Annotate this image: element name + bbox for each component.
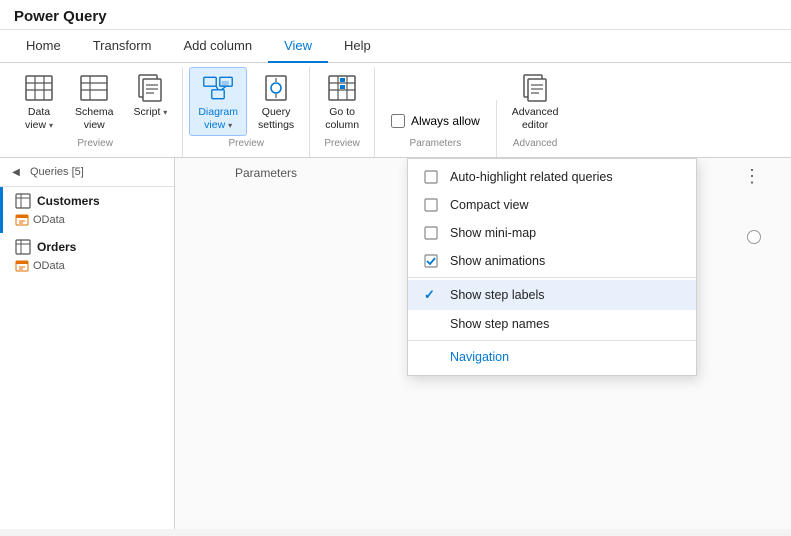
parameters-label: Parameters — [235, 166, 297, 180]
advanced-editor-icon — [519, 72, 551, 104]
dropdown-auto-highlight[interactable]: Auto-highlight related queries — [408, 163, 696, 191]
sidebar-header: ◀ Queries [5] — [0, 158, 174, 187]
table-icon — [15, 193, 31, 209]
sidebar-title: Queries [5] — [30, 166, 84, 178]
app-title: Power Query — [14, 8, 107, 25]
sidebar: ◀ Queries [5] Customers ODat — [0, 158, 175, 529]
advanced-editor-button[interactable]: Advancededitor — [503, 67, 568, 136]
ribbon: Dataview ▾ Schemaview — [0, 63, 791, 158]
dropdown-show-mini-map[interactable]: Show mini-map — [408, 219, 696, 247]
dropdown-compact-view[interactable]: Compact view — [408, 191, 696, 219]
navigation-check — [424, 350, 440, 364]
customers-query-title: Customers — [15, 193, 166, 209]
ribbon-buttons-diagram: Diagramview ▾ Querysettings — [189, 67, 303, 136]
dropdown-divider — [408, 277, 696, 278]
schema-view-label: Schemaview — [75, 106, 114, 131]
dropdown-menu: Auto-highlight related queries Compact v… — [407, 158, 697, 376]
query-settings-button[interactable]: Querysettings — [249, 67, 303, 136]
diagram-view-label: Diagramview ▾ — [198, 106, 238, 131]
circle-connector — [747, 230, 761, 244]
title-bar: Power Query — [0, 0, 791, 30]
main-area: ◀ Queries [5] Customers ODat — [0, 158, 791, 529]
step-names-check — [424, 317, 440, 331]
go-to-column-button[interactable]: Go tocolumn — [316, 67, 368, 136]
orders-query-title: Orders — [15, 239, 166, 255]
ribbon-buttons-advanced: Advancededitor — [503, 67, 568, 136]
sidebar-collapse-button[interactable]: ◀ — [8, 164, 24, 180]
compact-view-check — [424, 198, 440, 212]
sidebar-item-orders[interactable]: Orders OData — [0, 233, 174, 279]
animations-check — [424, 254, 440, 268]
group-label-parameters: Parameters — [381, 136, 490, 153]
customers-query-sub: OData — [15, 213, 166, 227]
group-label-advanced: Advanced — [503, 136, 568, 153]
ribbon-group-preview: Dataview ▾ Schemaview — [8, 67, 183, 157]
tab-add-column[interactable]: Add column — [167, 30, 268, 63]
diagram-view-button[interactable]: Diagramview ▾ — [189, 67, 247, 136]
orders-query-sub: OData — [15, 259, 166, 273]
auto-highlight-check — [424, 170, 440, 184]
ribbon-group-diagram: Diagramview ▾ Querysettings Preview — [183, 67, 310, 157]
odata-icon — [15, 259, 29, 273]
go-to-column-icon — [326, 72, 358, 104]
diagram-view-icon — [202, 72, 234, 104]
script-button[interactable]: Script ▾ — [125, 67, 177, 124]
go-to-column-label: Go tocolumn — [325, 106, 359, 131]
group-label-preview: Preview — [14, 136, 176, 153]
tab-help[interactable]: Help — [328, 30, 387, 63]
dropdown-show-step-labels[interactable]: ✓ Show step labels — [408, 280, 696, 310]
always-allow-checkbox[interactable] — [391, 114, 405, 128]
script-label: Script ▾ — [134, 106, 168, 119]
ribbon-group-advanced: Advancededitor Advanced — [497, 67, 574, 157]
table-icon — [15, 239, 31, 255]
always-allow-label: Always allow — [411, 114, 480, 128]
ribbon-buttons-preview: Dataview ▾ Schemaview — [14, 67, 176, 136]
advanced-editor-label: Advancededitor — [512, 106, 559, 131]
group-label-preview3: Preview — [316, 136, 368, 153]
data-view-label: Dataview ▾ — [25, 106, 53, 131]
dropdown-divider2 — [408, 340, 696, 341]
tab-transform[interactable]: Transform — [77, 30, 168, 63]
always-allow-row[interactable]: Always allow — [385, 110, 486, 132]
query-settings-icon — [260, 72, 292, 104]
ribbon-group-parameters: Always allow Parameters — [375, 100, 497, 157]
ribbon-group-column: Go tocolumn Preview — [310, 67, 375, 157]
diagram-area: Parameters ⋮ Remove duplicates — [175, 158, 791, 529]
mini-map-check — [424, 226, 440, 240]
group-label-preview2: Preview — [189, 136, 303, 153]
more-options-button[interactable]: ⋮ — [743, 166, 761, 187]
sidebar-item-customers[interactable]: Customers OData — [0, 187, 174, 233]
dropdown-show-animations[interactable]: Show animations — [408, 247, 696, 275]
schema-view-icon — [78, 72, 110, 104]
script-icon — [134, 72, 166, 104]
tab-bar: Home Transform Add column View Help — [0, 30, 791, 63]
tab-home[interactable]: Home — [10, 30, 77, 63]
query-settings-label: Querysettings — [258, 106, 294, 131]
step-labels-check: ✓ — [424, 287, 440, 303]
data-view-icon — [23, 72, 55, 104]
schema-view-button[interactable]: Schemaview — [66, 67, 123, 136]
tab-view[interactable]: View — [268, 30, 328, 63]
dropdown-navigation[interactable]: Navigation — [408, 343, 696, 371]
data-view-button[interactable]: Dataview ▾ — [14, 67, 64, 136]
odata-icon — [15, 213, 29, 227]
dropdown-show-step-names[interactable]: Show step names — [408, 310, 696, 338]
ribbon-buttons-column: Go tocolumn — [316, 67, 368, 136]
